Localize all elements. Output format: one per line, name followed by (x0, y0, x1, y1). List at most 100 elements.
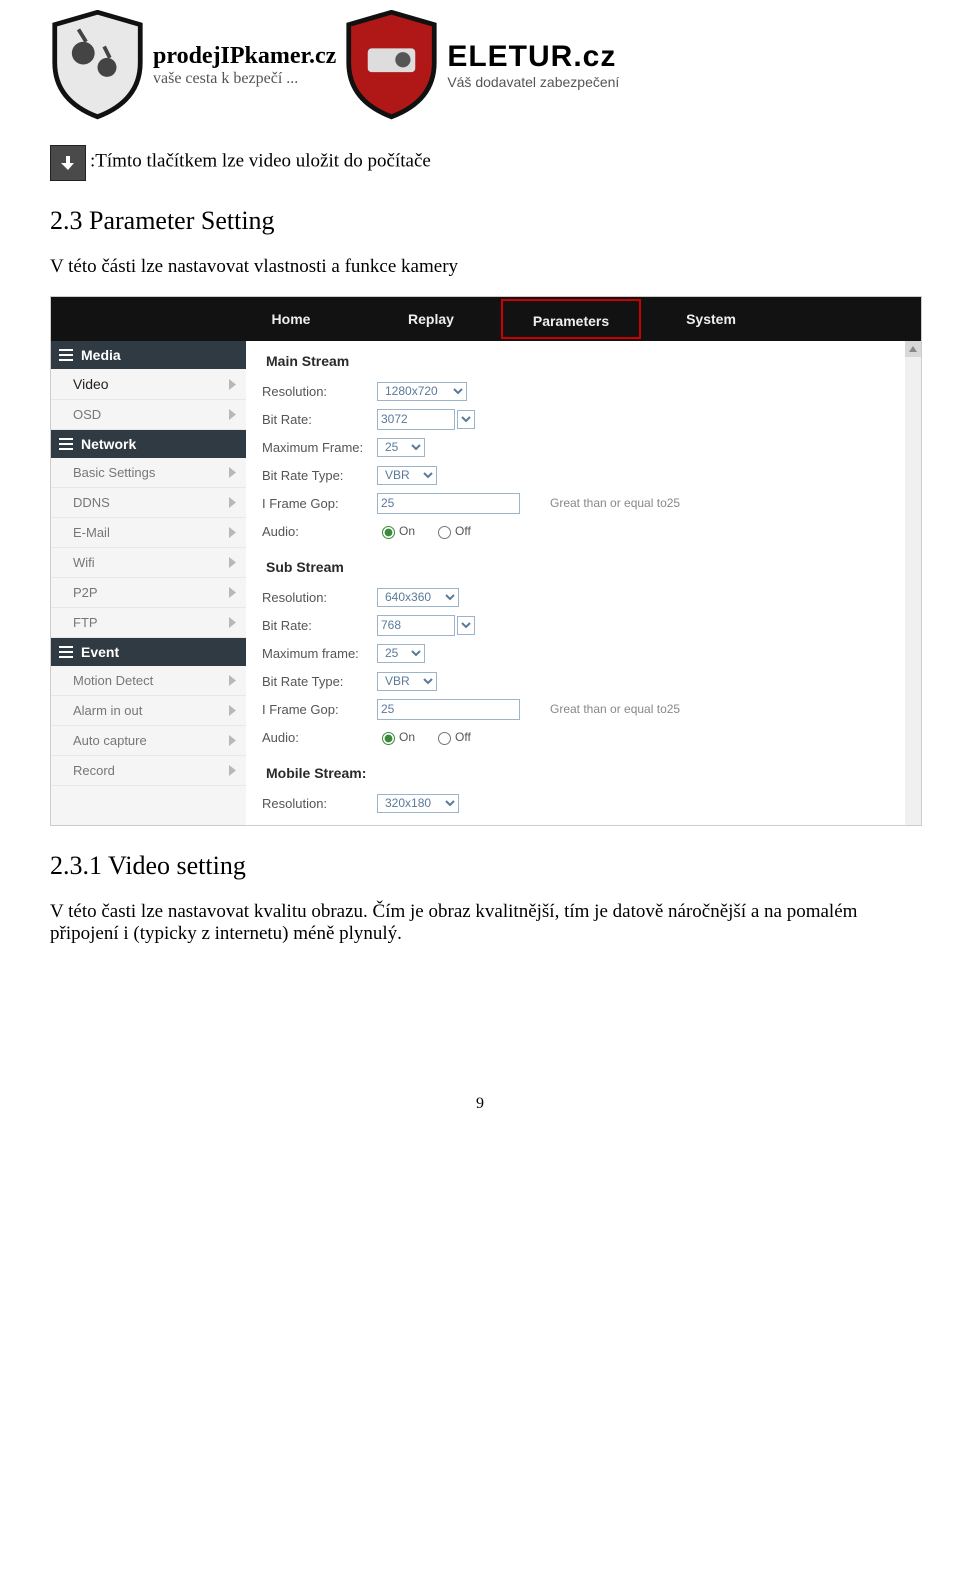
label-resolution: Resolution: (262, 384, 377, 399)
label-maxframe: Maximum Frame: (262, 440, 377, 455)
chevron-right-icon (229, 705, 236, 716)
main-brtype-select[interactable]: VBR (377, 466, 437, 485)
sidebar-item-record[interactable]: Record (51, 756, 246, 786)
chevron-right-icon (229, 735, 236, 746)
scroll-up-icon[interactable] (905, 341, 921, 357)
main-resolution-select[interactable]: 1280x720 (377, 382, 467, 401)
sidebar-item-label: Record (73, 763, 115, 778)
sidebar-event-label: Event (81, 644, 119, 660)
chevron-right-icon (229, 379, 236, 390)
sidebar-item-wifi[interactable]: Wifi (51, 548, 246, 578)
brand1-title: prodejIPkamer.cz (153, 43, 336, 70)
label-resolution: Resolution: (262, 590, 377, 605)
chevron-right-icon (229, 765, 236, 776)
list-icon (59, 438, 73, 450)
igop-note: Great than or equal to25 (550, 496, 680, 510)
label-audio: Audio: (262, 730, 377, 745)
sidebar: Media Video OSD Network Basic Settings D… (51, 341, 246, 825)
list-icon (59, 349, 73, 361)
sidebar-item-label: Wifi (73, 555, 95, 570)
label-audio: Audio: (262, 524, 377, 539)
sidebar-item-autocap[interactable]: Auto capture (51, 726, 246, 756)
sub-resolution-select[interactable]: 640x360 (377, 588, 459, 607)
sidebar-item-label: Video (73, 376, 109, 392)
label-bitrate: Bit Rate: (262, 412, 377, 427)
section-2-3-1-title: 2.3.1 Video setting (50, 851, 910, 881)
list-icon (59, 646, 73, 658)
camera-ui-screenshot: Home Replay Parameters System Media Vide… (50, 296, 922, 826)
tab-replay[interactable]: Replay (361, 297, 501, 341)
chevron-right-icon (229, 527, 236, 538)
chevron-right-icon (229, 617, 236, 628)
sidebar-item-ddns[interactable]: DDNS (51, 488, 246, 518)
scrollbar[interactable] (905, 341, 921, 825)
main-audio-off[interactable]: Off (433, 524, 471, 538)
label-resolution: Resolution: (262, 796, 377, 811)
sidebar-network-label: Network (81, 436, 136, 452)
chevron-right-icon (229, 467, 236, 478)
section-2-3-1-text: V této časti lze nastavovat kvalitu obra… (50, 901, 910, 945)
brand2-sub: Váš dodavatel zabezpečení (447, 74, 619, 90)
sidebar-head-media[interactable]: Media (51, 341, 246, 369)
mobile-stream-title: Mobile Stream: (262, 765, 905, 781)
label-bitrate: Bit Rate: (262, 618, 377, 633)
sidebar-item-video[interactable]: Video (51, 369, 246, 400)
main-igop-input[interactable] (377, 493, 520, 514)
section-2-3-text: V této části lze nastavovat vlastnosti a… (50, 256, 910, 278)
sidebar-item-label: P2P (73, 585, 98, 600)
sidebar-head-event[interactable]: Event (51, 638, 246, 666)
sidebar-item-label: DDNS (73, 495, 110, 510)
tab-parameters[interactable]: Parameters (501, 299, 641, 339)
sidebar-item-p2p[interactable]: P2P (51, 578, 246, 608)
download-button[interactable] (50, 145, 86, 181)
sub-bitrate-input[interactable] (377, 615, 455, 636)
sub-bitrate-dd[interactable] (457, 616, 475, 635)
chevron-right-icon (229, 587, 236, 598)
tab-home[interactable]: Home (221, 297, 361, 341)
sidebar-media-label: Media (81, 347, 121, 363)
download-caption: :Tímto tlačítkem lze video uložit do poč… (90, 151, 431, 172)
chevron-right-icon (229, 675, 236, 686)
sub-audio-off[interactable]: Off (433, 730, 471, 744)
chevron-right-icon (229, 557, 236, 568)
sidebar-item-label: OSD (73, 407, 101, 422)
tab-system[interactable]: System (641, 297, 781, 341)
main-panel: Main Stream Resolution:1280x720 Bit Rate… (246, 341, 921, 825)
label-brtype: Bit Rate Type: (262, 468, 377, 483)
page-number: 9 (50, 1095, 910, 1113)
sidebar-item-osd[interactable]: OSD (51, 400, 246, 430)
sidebar-item-label: Motion Detect (73, 673, 153, 688)
label-igop: I Frame Gop: (262, 702, 377, 717)
page-header: prodejIPkamer.cz vaše cesta k bezpečí ..… (50, 10, 910, 120)
sidebar-item-motion[interactable]: Motion Detect (51, 666, 246, 696)
main-maxframe-select[interactable]: 25 (377, 438, 425, 457)
section-2-3-title: 2.3 Parameter Setting (50, 206, 910, 236)
label-brtype: Bit Rate Type: (262, 674, 377, 689)
shield-logo-1 (50, 10, 145, 120)
sidebar-item-ftp[interactable]: FTP (51, 608, 246, 638)
main-audio-on[interactable]: On (377, 524, 415, 538)
mobile-resolution-select[interactable]: 320x180 (377, 794, 459, 813)
main-bitrate-input[interactable] (377, 409, 455, 430)
main-stream-title: Main Stream (262, 353, 905, 369)
sidebar-item-email[interactable]: E-Mail (51, 518, 246, 548)
brand1-sub: vaše cesta k bezpečí ... (153, 70, 336, 88)
sidebar-item-label: FTP (73, 615, 98, 630)
sidebar-item-label: Basic Settings (73, 465, 155, 480)
label-igop: I Frame Gop: (262, 496, 377, 511)
sub-audio-on[interactable]: On (377, 730, 415, 744)
sub-maxframe-select[interactable]: 25 (377, 644, 425, 663)
sidebar-head-network[interactable]: Network (51, 430, 246, 458)
sidebar-item-label: Auto capture (73, 733, 147, 748)
sidebar-item-label: Alarm in out (73, 703, 142, 718)
shield-logo-2 (344, 10, 439, 120)
sub-brtype-select[interactable]: VBR (377, 672, 437, 691)
sidebar-item-alarm[interactable]: Alarm in out (51, 696, 246, 726)
sub-igop-input[interactable] (377, 699, 520, 720)
chevron-right-icon (229, 409, 236, 420)
top-nav: Home Replay Parameters System (51, 297, 921, 341)
brand2-title: ELETUR.cz (447, 40, 619, 74)
label-maxframe2: Maximum frame: (262, 646, 377, 661)
main-bitrate-dd[interactable] (457, 410, 475, 429)
sidebar-item-basic[interactable]: Basic Settings (51, 458, 246, 488)
